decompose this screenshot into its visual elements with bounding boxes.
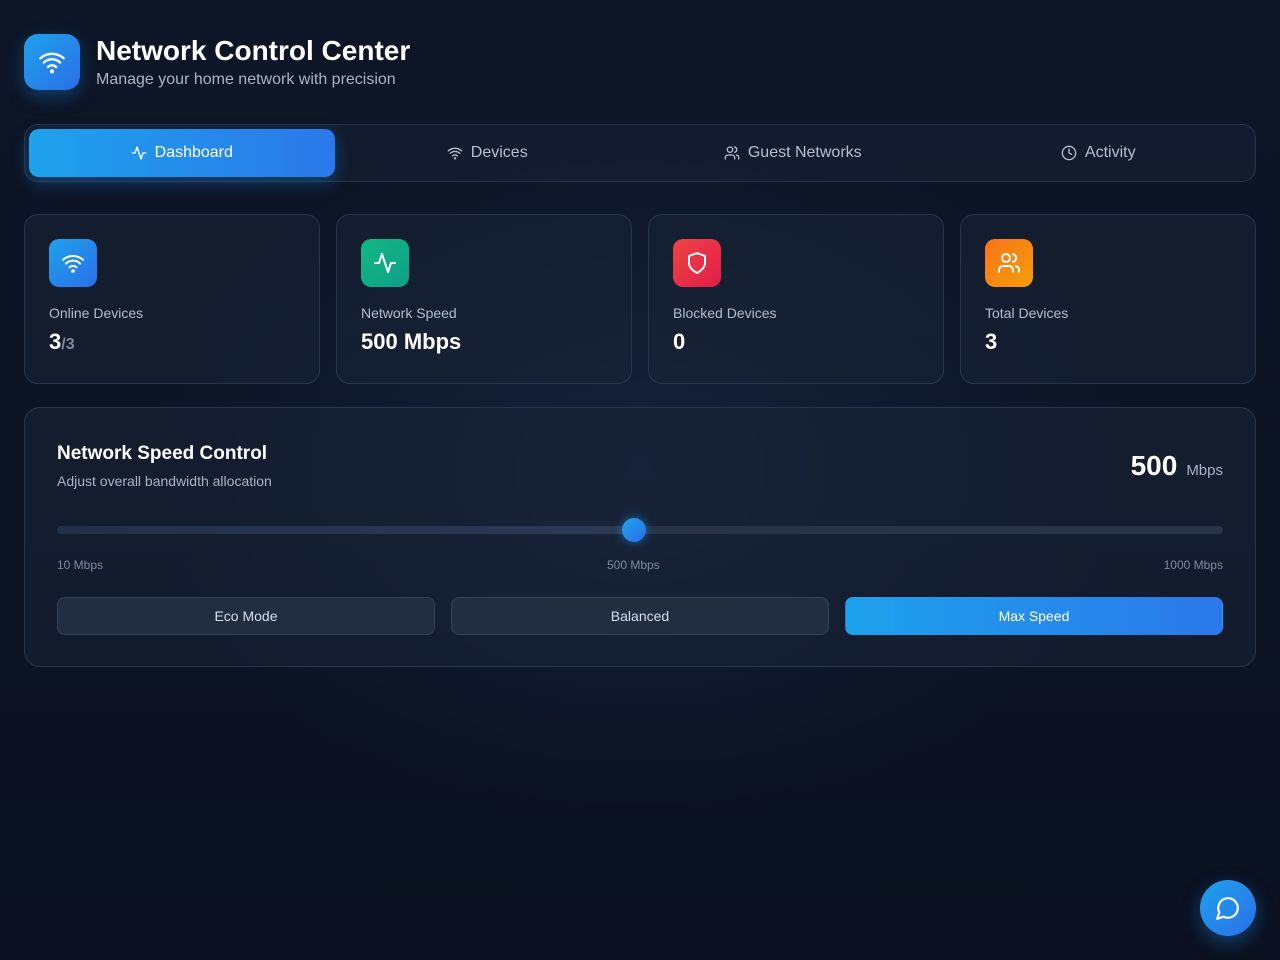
online-count: 3 — [49, 329, 62, 354]
tick-max: 1000 Mbps — [1163, 558, 1223, 572]
activity-icon — [361, 239, 409, 287]
tab-bar: Dashboard Devices Guest Networks Activit… — [24, 124, 1256, 182]
speed-value: 500 — [1130, 450, 1178, 481]
speed-control-panel: Network Speed Control Adjust overall ban… — [24, 407, 1256, 667]
slider-thumb[interactable] — [622, 518, 647, 542]
chat-button[interactable] — [1200, 880, 1256, 936]
stat-card-network-speed: Network Speed 500 Mbps — [336, 214, 632, 384]
stat-label: Network Speed — [361, 305, 457, 321]
page-title: Network Control Center — [96, 35, 411, 66]
tab-label: Guest Networks — [747, 144, 862, 161]
users-icon — [724, 146, 740, 160]
stat-label: Online Devices — [49, 305, 144, 321]
activity-icon — [131, 146, 146, 160]
tab-label: Dashboard — [154, 144, 233, 161]
speed-slider[interactable] — [57, 518, 1223, 542]
shield-icon — [673, 239, 721, 287]
eco-mode-button[interactable]: Eco Mode — [57, 597, 435, 635]
panel-subtitle: Adjust overall bandwidth allocation — [57, 473, 272, 489]
wifi-icon — [447, 147, 463, 160]
tick-min: 10 Mbps — [57, 558, 104, 572]
max-speed-button[interactable]: Max Speed — [845, 597, 1223, 635]
page-subtitle: Manage your home network with precision — [96, 71, 396, 88]
stats-row: Online Devices 3/3 Network Speed 500 Mbp… — [24, 214, 1256, 384]
panel-title: Network Speed Control — [57, 443, 268, 464]
speed-unit: Mbps — [1186, 462, 1223, 479]
stat-value: 500 Mbps — [361, 329, 462, 354]
wifi-icon — [49, 239, 97, 287]
balanced-button[interactable]: Balanced — [451, 597, 829, 635]
speed-modes: Eco Mode Balanced Max Speed — [57, 597, 1223, 635]
slider-fill — [57, 526, 635, 534]
tab-dashboard[interactable]: Dashboard — [29, 129, 335, 177]
stat-card-online-devices: Online Devices 3/3 — [24, 214, 320, 384]
clock-icon — [1061, 145, 1077, 161]
stat-value: 3/3 — [49, 329, 295, 355]
stat-label: Blocked Devices — [673, 305, 777, 321]
online-total: /3 — [61, 336, 75, 353]
tab-devices[interactable]: Devices — [335, 129, 641, 177]
stat-label: Total Devices — [985, 305, 1069, 321]
tick-mid: 500 Mbps — [606, 558, 660, 572]
tab-label: Devices — [470, 144, 528, 161]
tab-activity[interactable]: Activity — [946, 129, 1252, 177]
tab-label: Activity — [1084, 144, 1136, 161]
speed-readout: 500 Mbps — [1131, 450, 1223, 482]
tab-guest-networks[interactable]: Guest Networks — [640, 129, 946, 177]
wifi-icon — [24, 34, 80, 90]
chat-icon — [1216, 897, 1239, 920]
stat-value: 3 — [985, 329, 998, 354]
users-icon — [985, 239, 1033, 287]
stat-value: 0 — [673, 329, 686, 354]
app-header: Network Control Center Manage your home … — [24, 34, 410, 90]
slider-ticks: 10 Mbps 500 Mbps 1000 Mbps — [57, 558, 1223, 572]
stat-card-blocked-devices: Blocked Devices 0 — [648, 214, 944, 384]
stat-card-total-devices: Total Devices 3 — [960, 214, 1256, 384]
